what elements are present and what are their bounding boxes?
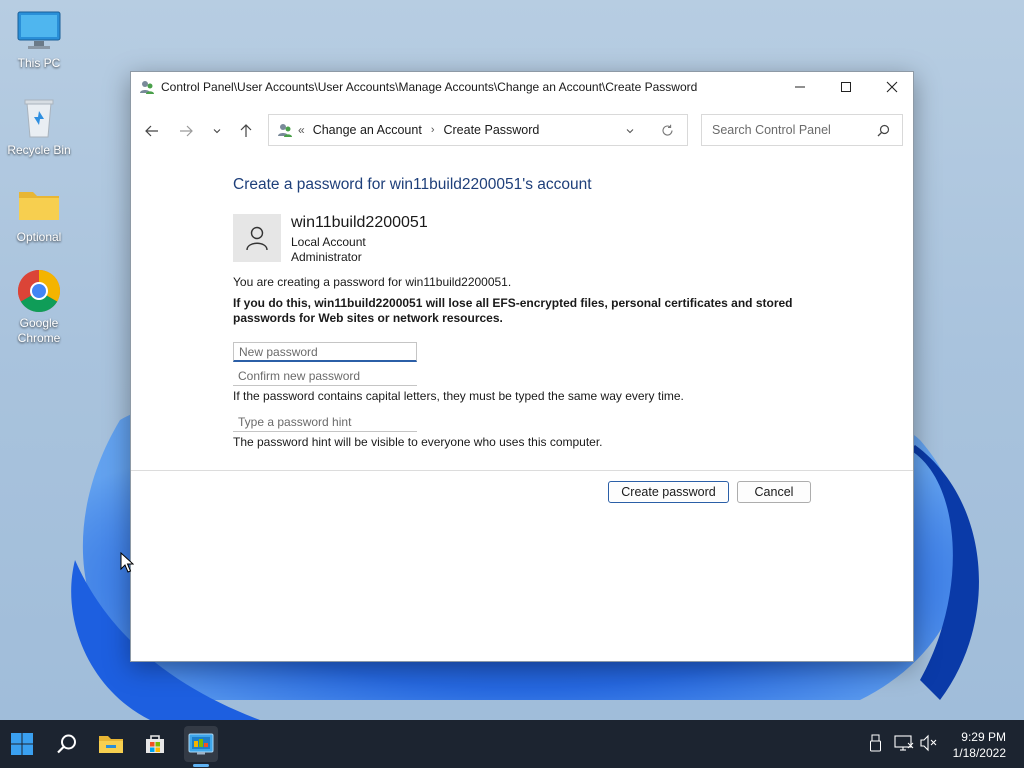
main-content: Create a password for win11build2200051'… <box>233 176 833 449</box>
close-icon <box>886 81 898 93</box>
address-dropdown-button[interactable] <box>625 125 635 139</box>
usb-tray-icon[interactable] <box>868 734 884 755</box>
minimize-button[interactable] <box>777 72 823 102</box>
desktop-icon-this-pc[interactable]: This PC <box>3 8 75 71</box>
clock-date: 1/18/2022 <box>952 746 1006 760</box>
minimize-icon <box>795 86 805 88</box>
running-indicator <box>193 764 209 767</box>
intro-text: You are creating a password for win11bui… <box>233 275 512 289</box>
window-title: Control Panel\User Accounts\User Account… <box>161 80 698 94</box>
microsoft-store-button[interactable] <box>139 728 171 760</box>
taskbar: 9:29 PM 1/18/2022 <box>0 720 1024 768</box>
desktop-icon-label: Recycle Bin <box>7 143 71 157</box>
folder-icon <box>99 736 123 753</box>
breadcrumb-overflow[interactable]: « <box>298 123 305 137</box>
monitor-icon <box>16 8 62 54</box>
page-heading: Create a password for win11build2200051'… <box>233 176 592 193</box>
store-icon <box>146 735 164 753</box>
password-hint-field[interactable] <box>233 412 417 432</box>
desktop-icon-optional[interactable]: Optional <box>3 182 75 245</box>
hint-note-text: The password hint will be visible to eve… <box>233 435 603 449</box>
chevron-down-icon <box>626 129 634 134</box>
control-panel-icon <box>188 733 214 755</box>
navigation-row: « Change an Account › Create Password <box>131 114 913 146</box>
forward-button[interactable] <box>176 121 196 141</box>
user-icon <box>246 226 268 251</box>
search-input[interactable] <box>710 122 874 138</box>
clock-time: 9:29 PM <box>961 730 1006 744</box>
folder-icon <box>16 182 62 228</box>
back-button[interactable] <box>142 121 162 141</box>
maximize-icon <box>841 82 851 92</box>
account-name: win11build2200051 <box>291 214 428 231</box>
account-role: Administrator <box>291 250 362 264</box>
create-password-button[interactable]: Create password <box>608 481 729 503</box>
windows-logo-icon <box>11 733 33 755</box>
cancel-button[interactable]: Cancel <box>737 481 811 503</box>
avatar <box>233 214 281 262</box>
new-password-field[interactable] <box>233 342 417 362</box>
network-tray-icon[interactable] <box>894 734 914 755</box>
arrow-up-icon <box>240 124 252 137</box>
search-icon[interactable] <box>877 124 890 140</box>
divider <box>131 470 913 471</box>
chrome-icon <box>16 268 62 314</box>
arrow-right-icon <box>180 125 193 137</box>
refresh-icon <box>662 124 673 136</box>
system-clock[interactable]: 9:29 PM 1/18/2022 <box>953 729 1006 761</box>
chevron-down-icon <box>213 129 221 134</box>
search-box <box>701 114 903 146</box>
up-button[interactable] <box>236 121 256 141</box>
address-bar[interactable]: « Change an Account › Create Password <box>268 114 688 146</box>
account-type: Local Account <box>291 235 366 249</box>
arrow-left-icon <box>145 125 158 137</box>
user-accounts-icon <box>139 79 155 95</box>
desktop-icon-label: Optional <box>16 230 62 244</box>
maximize-button[interactable] <box>823 72 869 102</box>
account-card: win11build2200051 Local Account Administ… <box>233 214 633 274</box>
chevron-right-icon: › <box>430 124 435 136</box>
confirm-password-field[interactable] <box>233 366 417 386</box>
window-titlebar[interactable]: Control Panel\User Accounts\User Account… <box>131 72 913 102</box>
breadcrumb-change-account[interactable]: Change an Account <box>313 123 422 137</box>
volume-muted-tray-icon[interactable] <box>919 734 939 755</box>
desktop-icon-recycle-bin[interactable]: Recycle Bin <box>3 95 75 158</box>
desktop-icon-label: Google Chrome <box>17 316 61 345</box>
create-password-window: Control Panel\User Accounts\User Account… <box>130 71 914 662</box>
breadcrumb-create-password[interactable]: Create Password <box>443 123 539 137</box>
desktop-icon-label: This PC <box>17 56 61 70</box>
control-panel-button[interactable] <box>185 728 217 760</box>
user-accounts-icon <box>277 122 293 138</box>
start-button[interactable] <box>6 728 38 760</box>
recent-locations-button[interactable] <box>207 121 227 141</box>
close-button[interactable] <box>869 72 915 102</box>
recycle-bin-icon <box>16 95 62 141</box>
mouse-cursor-icon <box>120 551 135 577</box>
file-explorer-button[interactable] <box>95 728 127 760</box>
search-icon <box>57 734 76 754</box>
caps-note-text: If the password contains capital letters… <box>233 389 684 403</box>
refresh-button[interactable] <box>661 124 674 140</box>
search-button[interactable] <box>51 728 83 760</box>
warning-text: If you do this, win11build2200051 will l… <box>233 296 793 325</box>
desktop-icon-chrome[interactable]: Google Chrome <box>3 268 75 346</box>
